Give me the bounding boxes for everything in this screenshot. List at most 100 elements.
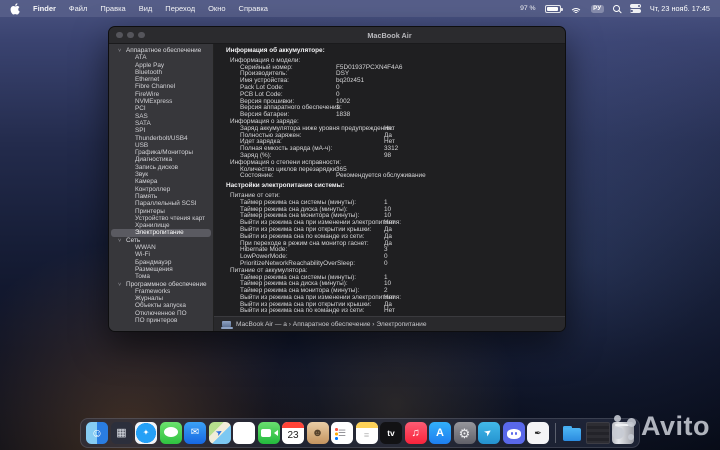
sidebar-item[interactable]: Принтеры — [111, 208, 211, 215]
menu-clock[interactable]: Чт, 23 нояб. 17:45 — [650, 4, 710, 13]
row-label: Состояние: — [240, 172, 274, 180]
music-glyph: ♫ — [411, 426, 420, 439]
sidebar-item[interactable]: SPI — [111, 127, 211, 134]
control-center-icon[interactable] — [629, 4, 641, 13]
sidebar-item[interactable]: Камера — [111, 178, 211, 185]
wifi-icon[interactable] — [569, 4, 582, 13]
calendar-glyph: 23 — [287, 429, 299, 441]
menu-item-вид[interactable]: Вид — [139, 4, 153, 13]
sidebar-item[interactable]: Отключенное ПО — [111, 310, 211, 317]
search-icon[interactable] — [612, 4, 621, 13]
sidebar-item[interactable]: Тома — [111, 273, 211, 280]
sidebar-item[interactable]: Графика/Мониторы — [111, 149, 211, 156]
finder-glyph: ☺ — [90, 426, 104, 440]
sidebar-item[interactable]: PCI — [111, 105, 211, 112]
sidebar-item[interactable]: FireWire — [111, 91, 211, 98]
section-heading: Информация об аккумуляторе: — [226, 47, 325, 54]
sidebar-item[interactable]: Apple Pay — [111, 62, 211, 69]
sidebar-item[interactable]: Запись дисков — [111, 164, 211, 171]
sidebar-item[interactable]: Frameworks — [111, 288, 211, 295]
menu-item-справка[interactable]: Справка — [239, 4, 268, 13]
row-value: 1838 — [336, 111, 351, 119]
minimized-window-icon[interactable] — [585, 422, 610, 444]
sidebar-item[interactable]: Bluetooth — [111, 69, 211, 76]
messages-icon[interactable] — [159, 422, 182, 444]
photos-icon[interactable] — [233, 422, 255, 444]
settings-glyph: ⚙ — [458, 425, 471, 441]
battery-icon[interactable] — [544, 4, 563, 13]
notes-icon[interactable]: ≡ — [355, 422, 378, 444]
reminders-icon[interactable]: ☰ — [331, 422, 353, 444]
sidebar-section-header[interactable]: ˅ Программное обеспечение — [111, 281, 211, 288]
row-label: Заряд (%): — [240, 151, 272, 159]
menu-item-файл[interactable]: Файл — [69, 4, 87, 13]
apple-menu-icon[interactable] — [10, 2, 20, 15]
row-label: Версия батареи: — [240, 111, 290, 119]
music-icon[interactable]: ♫ — [404, 422, 427, 444]
close-button[interactable] — [116, 31, 123, 39]
sidebar-item[interactable]: USB — [111, 142, 211, 149]
menu-item-переход[interactable]: Переход — [165, 4, 195, 13]
safari-icon[interactable]: ✦ — [135, 422, 157, 444]
report-row: Состояние: Рекомендуется обслуживание — [226, 172, 559, 180]
minimize-button[interactable] — [127, 31, 134, 39]
sidebar-item[interactable]: Wi-Fi — [111, 251, 211, 258]
sidebar-item[interactable]: Параллельный SCSI — [111, 200, 211, 207]
sidebar-item[interactable]: Объекты запуска — [111, 302, 211, 309]
facetime-icon[interactable] — [257, 422, 280, 444]
menu-item-правка[interactable]: Правка — [100, 4, 125, 13]
launchpad-icon[interactable]: ▦ — [110, 422, 133, 444]
reminders-glyph: ☰ — [337, 427, 347, 438]
telegram-icon[interactable]: ➤ — [478, 422, 500, 444]
menu-item-finder[interactable]: Finder — [33, 4, 56, 13]
contacts-icon[interactable]: ☻ — [306, 422, 329, 444]
sidebar-item[interactable]: SAS — [111, 113, 211, 120]
sidebar-item[interactable]: Thunderbolt/USB4 — [111, 135, 211, 142]
report-row: PrioritizeNetworkReachabilityOverSleep: 0 — [226, 260, 559, 268]
downloads-folder-icon[interactable] — [561, 422, 583, 444]
calendar-icon[interactable]: 23 — [282, 422, 304, 444]
white-app-icon[interactable]: ✒ — [527, 422, 549, 444]
sidebar-section-header[interactable]: ˅ Сеть — [111, 237, 211, 244]
mail-icon[interactable]: ✉ — [184, 422, 206, 444]
app-store-icon[interactable]: A — [429, 422, 451, 444]
mail-glyph: ✉ — [190, 427, 200, 438]
dock: ☺ ▦ ✦ ✉ ➤ 23 ☻ ☰ ≡ tv ♫ A ⚙ ➤ ✒ — [80, 418, 640, 448]
window-titlebar[interactable]: MacBook Air — [109, 27, 565, 44]
sidebar-item[interactable]: Fibre Channel — [111, 83, 211, 90]
tv-icon[interactable]: tv — [380, 422, 402, 444]
discord-icon[interactable] — [502, 422, 525, 444]
finder-icon[interactable]: ☺ — [86, 422, 108, 444]
avito-watermark-text: Avito — [641, 411, 710, 441]
zoom-button[interactable] — [138, 31, 145, 39]
sidebar-section-header[interactable]: ˅ Аппаратное обеспечение — [111, 47, 211, 54]
sidebar-item[interactable]: Брандмауэр — [111, 259, 211, 266]
contacts-glyph: ☻ — [311, 426, 324, 439]
menu-item-окно[interactable]: Окно — [208, 4, 225, 13]
sidebar-item[interactable]: Хранилище — [111, 222, 211, 229]
sidebar-item[interactable]: Журналы — [111, 295, 211, 302]
sidebar-item[interactable]: Устройство чтения карт — [111, 215, 211, 222]
sidebar-item[interactable]: WWAN — [111, 244, 211, 251]
safari-glyph: ✦ — [142, 428, 150, 437]
sidebar-item[interactable]: ATA — [111, 54, 211, 61]
sidebar-item[interactable]: SATA — [111, 120, 211, 127]
sidebar-item[interactable]: Звук — [111, 171, 211, 178]
notes-glyph: ≡ — [363, 429, 370, 440]
sidebar-item[interactable]: Размещения — [111, 266, 211, 273]
sidebar-item[interactable]: Контроллер — [111, 186, 211, 193]
sidebar-item[interactable]: Диагностика — [111, 156, 211, 163]
row-value: Нет — [384, 307, 395, 315]
sidebar-item[interactable]: Память — [111, 193, 211, 200]
maps-icon[interactable]: ➤ — [208, 422, 231, 444]
sidebar-item[interactable]: NVMExpress — [111, 98, 211, 105]
input-source-badge[interactable]: РУ — [590, 4, 604, 13]
avito-watermark: Avito — [612, 411, 710, 442]
row-value: bq20z451 — [336, 77, 365, 85]
settings-icon[interactable]: ⚙ — [453, 422, 476, 444]
breadcrumb: MacBook Air — a › Аппаратное обеспечение… — [236, 320, 427, 328]
sidebar-item[interactable]: Ethernet — [111, 76, 211, 83]
telegram-glyph: ➤ — [482, 425, 495, 439]
sidebar-item[interactable]: Электропитание — [111, 229, 211, 237]
sidebar-item[interactable]: ПО принтеров — [111, 317, 211, 324]
